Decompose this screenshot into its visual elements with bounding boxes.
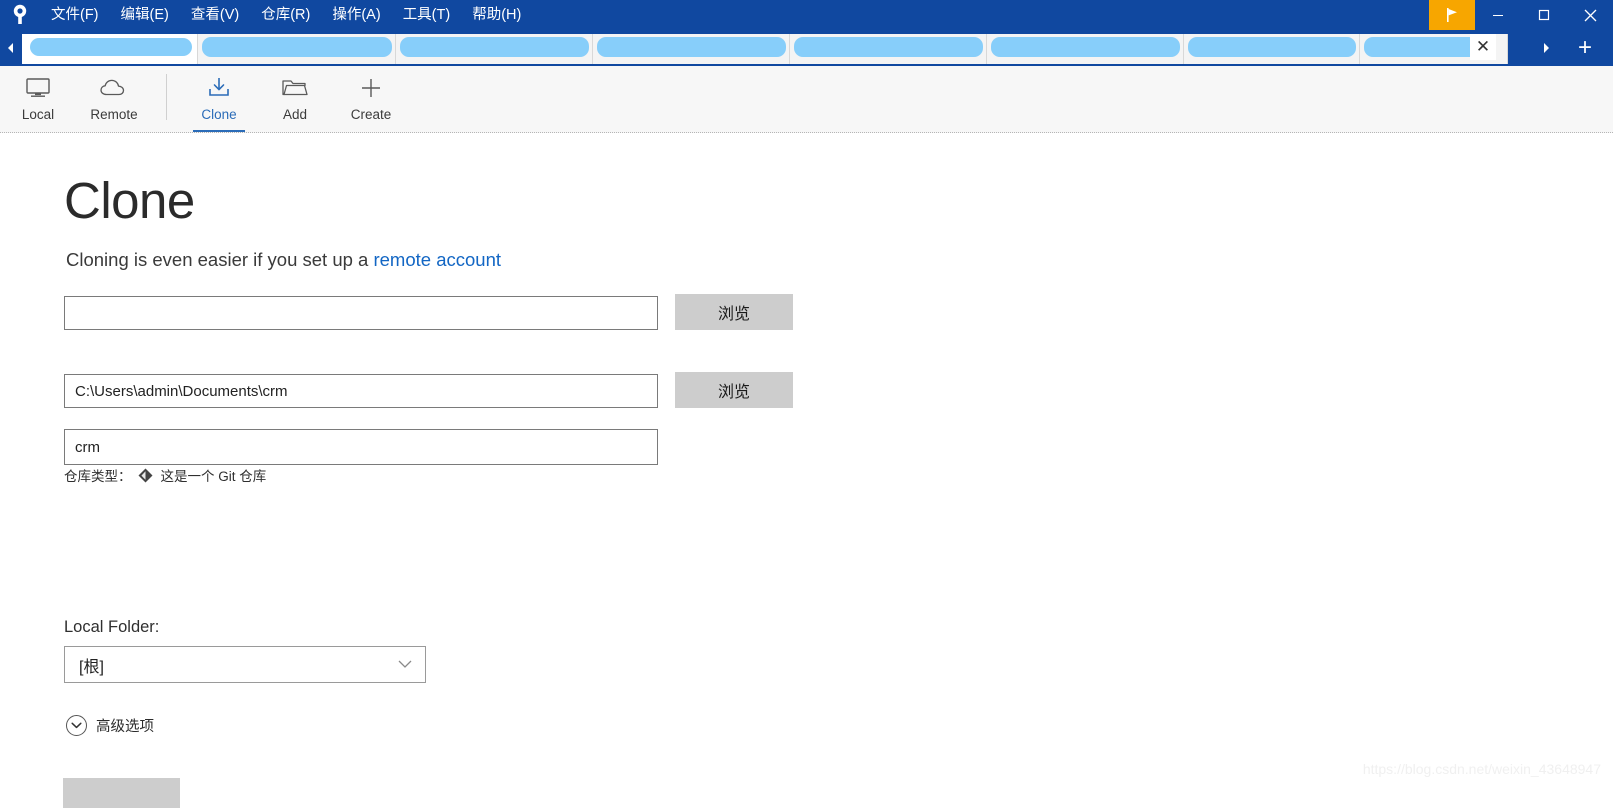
tab-strip: ✕ + (0, 30, 1613, 66)
local-path-input[interactable]: C:\Users\admin\Documents\crm (64, 374, 658, 408)
toolbar-separator (166, 74, 167, 120)
toolbar-clone-button[interactable]: Clone (181, 66, 257, 132)
download-icon (206, 75, 232, 101)
toolbar-clone-label: Clone (201, 107, 237, 122)
main-toolbar: Local Remote Clone Add Create (0, 66, 1613, 133)
redaction-mark (202, 37, 392, 57)
advanced-options-label: 高级选项 (96, 719, 154, 735)
redaction-mark (794, 37, 983, 57)
window-controls (1429, 0, 1613, 30)
app-window: 文件(F) 编辑(E) 查看(V) 仓库(R) 操作(A) 工具(T) 帮助(H… (0, 0, 1613, 808)
redaction-mark (597, 37, 786, 57)
chevron-down-circle-icon (66, 715, 87, 736)
watermark: https://blog.csdn.net/weixin_43648947 (1362, 761, 1601, 777)
toolbar-local-button[interactable]: Local (0, 66, 76, 132)
tabs-viewport (22, 34, 1508, 64)
tab-close-button[interactable]: ✕ (1470, 34, 1496, 60)
title-bar: 文件(F) 编辑(E) 查看(V) 仓库(R) 操作(A) 工具(T) 帮助(H… (0, 0, 1613, 30)
close-button[interactable] (1567, 0, 1613, 30)
toolbar-create-button[interactable]: Create (333, 66, 409, 132)
toolbar-add-button[interactable]: Add (257, 66, 333, 132)
primary-action-button[interactable] (63, 778, 180, 808)
advanced-options-toggle[interactable]: 高级选项 (66, 715, 154, 736)
menu-tools[interactable]: 工具(T) (392, 0, 462, 30)
menu-repository[interactable]: 仓库(R) (250, 0, 321, 30)
page-title: Clone (64, 172, 195, 229)
repository-type-value: 这是一个 Git 仓库 (160, 469, 267, 484)
repository-type-label: 仓库类型： (64, 469, 132, 484)
redaction-mark (1364, 37, 1484, 57)
tab-item[interactable] (790, 34, 987, 64)
new-tab-button[interactable]: + (1565, 30, 1605, 66)
cloud-icon (99, 75, 129, 101)
tab-item[interactable] (22, 34, 198, 64)
redaction-mark (1188, 37, 1356, 57)
chevron-right-icon (1544, 43, 1549, 53)
toolbar-local-label: Local (21, 107, 55, 122)
close-icon (1584, 9, 1596, 21)
menu-actions[interactable]: 操作(A) (321, 0, 391, 30)
local-folder-value: [根] (79, 658, 104, 676)
maximize-icon (1538, 9, 1550, 21)
toolbar-remote-label: Remote (90, 107, 138, 122)
chevron-left-icon (8, 43, 13, 53)
remote-account-link[interactable]: remote account (373, 249, 501, 270)
tab-item[interactable] (1184, 34, 1360, 64)
repository-type-hint: 仓库类型： 这是一个 Git 仓库 (64, 465, 266, 485)
tab-item[interactable] (198, 34, 396, 64)
toolbar-create-label: Create (350, 107, 392, 122)
menu-view[interactable]: 查看(V) (180, 0, 250, 30)
menu-file[interactable]: 文件(F) (40, 0, 110, 30)
repository-url-input[interactable] (64, 296, 658, 330)
git-diamond-icon (138, 468, 153, 483)
subtitle-text: Cloning is even easier if you set up a (66, 249, 374, 270)
minimize-icon (1493, 15, 1503, 16)
tab-item[interactable] (396, 34, 593, 64)
redaction-mark (30, 38, 192, 56)
menu-edit[interactable]: 编辑(E) (110, 0, 180, 30)
menu-bar: 文件(F) 编辑(E) 查看(V) 仓库(R) 操作(A) 工具(T) 帮助(H… (40, 0, 532, 30)
chevron-down-icon (397, 657, 413, 672)
tab-scroll-right-button[interactable] (1535, 30, 1557, 66)
repository-name-input[interactable]: crm (64, 429, 658, 465)
monitor-icon (25, 75, 51, 101)
tab-scroll-left-button[interactable] (0, 30, 22, 66)
clone-page: Clone Cloning is even easier if you set … (0, 133, 1613, 808)
browse-url-button[interactable]: 浏览 (675, 294, 793, 330)
tab-item[interactable] (987, 34, 1184, 64)
toolbar-add-label: Add (282, 107, 308, 122)
local-folder-select[interactable]: [根] (64, 646, 426, 683)
flag-button[interactable] (1429, 0, 1475, 30)
maximize-button[interactable] (1521, 0, 1567, 30)
toolbar-remote-button[interactable]: Remote (76, 66, 152, 132)
flag-icon (1447, 8, 1457, 22)
local-folder-label: Local Folder: (64, 618, 160, 636)
redaction-mark (991, 37, 1180, 57)
page-subtitle: Cloning is even easier if you set up a r… (66, 249, 501, 271)
folder-icon (281, 75, 309, 101)
redaction-mark (400, 37, 589, 57)
browse-path-button[interactable]: 浏览 (675, 372, 793, 408)
minimize-button[interactable] (1475, 0, 1521, 30)
menu-help[interactable]: 帮助(H) (461, 0, 532, 30)
tab-item[interactable] (593, 34, 790, 64)
plus-icon (359, 75, 383, 101)
app-logo-icon (0, 0, 40, 30)
